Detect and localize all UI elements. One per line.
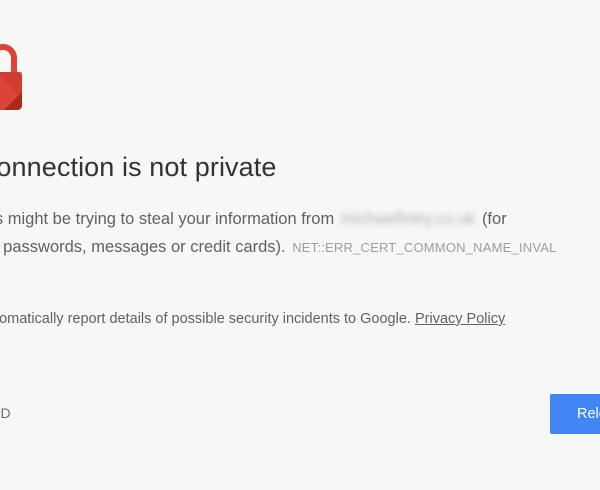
- explanation-line-1: kers might be trying to steal your infor…: [0, 205, 600, 233]
- explanation-prefix: kers might be trying to steal your infor…: [0, 210, 335, 228]
- explanation-suffix: (for: [481, 210, 507, 228]
- blurred-domain: michaelfoley.co.uk: [340, 210, 476, 228]
- lock-icon: [0, 44, 22, 110]
- explanation-line-2: ple, passwords, messages or credit cards…: [0, 233, 600, 262]
- explanation-text: kers might be trying to steal your infor…: [0, 205, 600, 262]
- advanced-button[interactable]: NCED: [0, 405, 11, 421]
- page-title: ur connection is not private: [0, 152, 277, 182]
- ssl-error-page: ur connection is not private kers might …: [0, 0, 600, 490]
- security-report-text: utomatically report details of possible …: [0, 311, 505, 327]
- reload-button[interactable]: Relo: [550, 394, 600, 434]
- privacy-policy-link[interactable]: Privacy Policy: [415, 311, 505, 327]
- error-code[interactable]: NET::ERR_CERT_COMMON_NAME_INVAL: [292, 240, 556, 255]
- security-report-label: utomatically report details of possible …: [0, 311, 411, 327]
- explanation-examples: ple, passwords, messages or credit cards…: [0, 238, 286, 256]
